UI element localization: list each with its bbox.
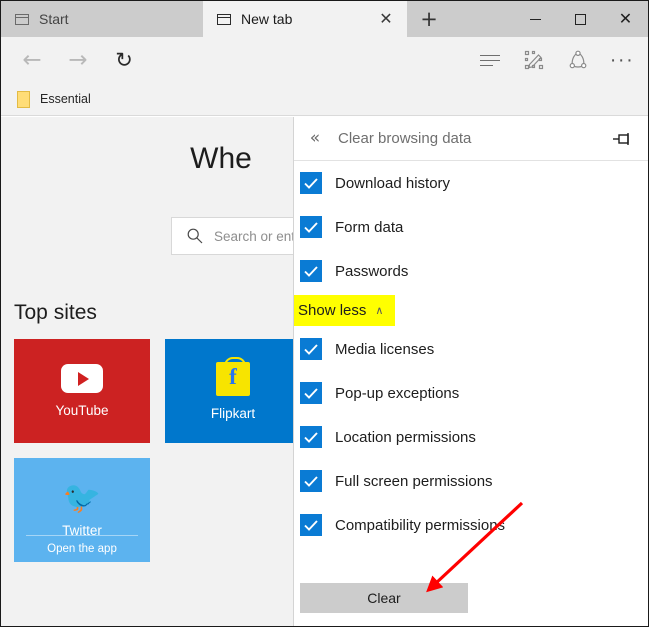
checkbox-checked-icon[interactable]: [300, 470, 322, 492]
chevron-up-icon: ∧: [375, 305, 383, 316]
panel-header: « Clear browsing data: [294, 117, 648, 161]
tile-label: YouTube: [55, 403, 108, 418]
checkbox-checked-icon[interactable]: [300, 426, 322, 448]
checkbox-row-media-licenses[interactable]: Media licenses: [294, 327, 648, 371]
checkbox-label: Full screen permissions: [335, 473, 493, 490]
pin-icon[interactable]: [604, 117, 640, 160]
checkbox-checked-icon[interactable]: [300, 338, 322, 360]
checkbox-row-passwords[interactable]: Passwords: [294, 249, 648, 293]
web-note-icon: [523, 49, 545, 71]
hub-icon: [480, 55, 500, 66]
checkbox-label: Location permissions: [335, 429, 476, 446]
new-tab-button[interactable]: +: [407, 1, 451, 37]
folder-icon: [17, 91, 30, 108]
forward-arrow-icon: →: [68, 49, 87, 72]
checkbox-checked-icon[interactable]: [300, 172, 322, 194]
tile-label: Flipkart: [211, 406, 255, 421]
clear-button[interactable]: Clear: [300, 583, 468, 613]
close-icon: ✕: [619, 11, 632, 27]
minimize-button[interactable]: [513, 1, 558, 37]
web-note-button[interactable]: [512, 37, 556, 83]
show-less-row[interactable]: Show less ∧: [294, 293, 648, 327]
show-less-label: Show less: [298, 302, 366, 319]
twitter-icon: 🐦: [63, 482, 102, 513]
search-icon: [186, 227, 204, 245]
command-bar-right: ···: [468, 37, 644, 83]
checkbox-checked-icon[interactable]: [300, 260, 322, 282]
tile-twitter[interactable]: 🐦 Twitter Open the app: [14, 458, 150, 562]
favorites-bar: Essential: [1, 83, 648, 116]
page-icon: [15, 14, 29, 25]
checkbox-checked-icon[interactable]: [300, 216, 322, 238]
back-button[interactable]: ←: [9, 37, 55, 83]
refresh-icon: ↻: [115, 50, 133, 71]
top-sites-heading: Top sites: [14, 301, 97, 325]
back-arrow-icon: ←: [22, 49, 41, 72]
search-placeholder: Search or ente: [214, 229, 303, 244]
checkbox-row-location-permissions[interactable]: Location permissions: [294, 415, 648, 459]
close-window-button[interactable]: ✕: [603, 1, 648, 37]
panel-title: Clear browsing data: [338, 130, 604, 147]
checkbox-row-popup-exceptions[interactable]: Pop-up exceptions: [294, 371, 648, 415]
more-button[interactable]: ···: [600, 37, 644, 83]
tab-new-tab[interactable]: New tab ✕: [203, 1, 407, 37]
checkbox-row-full-screen-permissions[interactable]: Full screen permissions: [294, 459, 648, 503]
share-icon: [567, 49, 589, 71]
checkbox-label: Compatibility permissions: [335, 517, 505, 534]
tab-start[interactable]: Start: [1, 1, 203, 37]
checkbox-row-download-history[interactable]: Download history: [294, 161, 648, 205]
checkbox-checked-icon[interactable]: [300, 382, 322, 404]
tile-youtube[interactable]: YouTube: [14, 339, 150, 443]
checkbox-label: Passwords: [335, 263, 408, 280]
tab-strip: Start New tab ✕ + ✕: [1, 1, 648, 37]
tile-flipkart[interactable]: f Flipkart: [165, 339, 301, 443]
maximize-button[interactable]: [558, 1, 603, 37]
checkbox-label: Media licenses: [335, 341, 434, 358]
edge-browser-window: Start New tab ✕ + ✕ ← → ↻: [0, 0, 649, 627]
show-less-toggle[interactable]: Show less ∧: [294, 295, 395, 326]
hub-button[interactable]: [468, 37, 512, 83]
more-icon: ···: [610, 50, 634, 70]
window-controls: ✕: [513, 1, 648, 37]
command-bar: ← → ↻: [1, 37, 648, 83]
checkbox-checked-icon[interactable]: [300, 514, 322, 536]
share-button[interactable]: [556, 37, 600, 83]
checkbox-label: Download history: [335, 175, 450, 192]
back-chevron-icon[interactable]: «: [298, 117, 332, 160]
favorite-item-essential[interactable]: Essential: [40, 92, 91, 106]
youtube-icon: [61, 364, 103, 393]
tab-label: New tab: [241, 11, 375, 27]
checkbox-label: Pop-up exceptions: [335, 385, 459, 402]
data-type-list: Download history Form data Passwords Sho…: [294, 161, 648, 547]
page-icon: [217, 14, 231, 25]
close-tab-icon[interactable]: ✕: [375, 8, 397, 30]
tile-open-app-link[interactable]: Open the app: [26, 535, 138, 562]
forward-button[interactable]: →: [55, 37, 101, 83]
tab-label: Start: [39, 11, 193, 27]
clear-browsing-data-panel: « Clear browsing data Download history: [293, 117, 648, 626]
checkbox-label: Form data: [335, 219, 403, 236]
checkbox-row-compatibility-permissions[interactable]: Compatibility permissions: [294, 503, 648, 547]
refresh-button[interactable]: ↻: [101, 37, 147, 83]
checkbox-row-form-data[interactable]: Form data: [294, 205, 648, 249]
flipkart-icon: f: [216, 362, 250, 396]
